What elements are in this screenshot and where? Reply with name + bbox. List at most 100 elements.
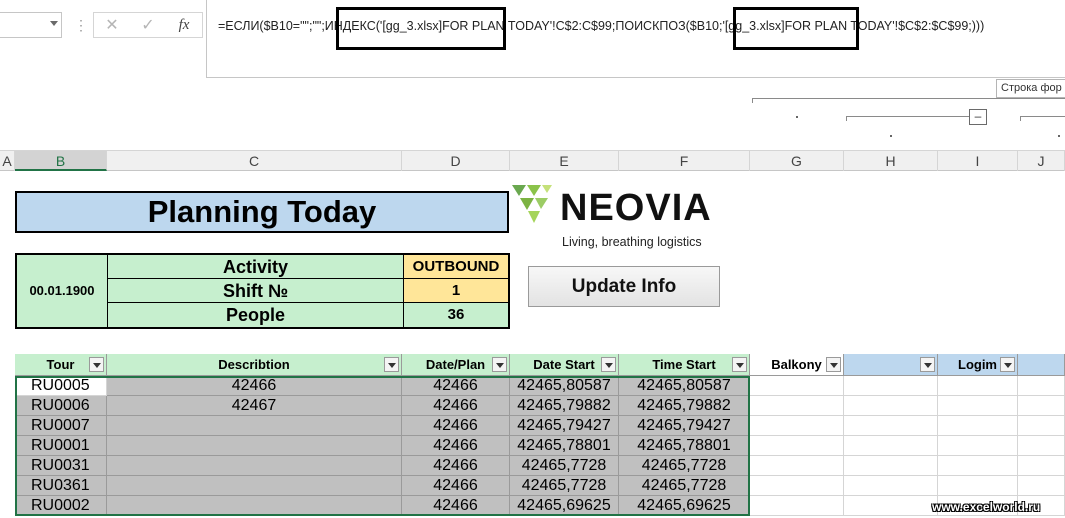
header-logim[interactable]: Logim [938, 354, 1018, 376]
column-header-c[interactable]: C [107, 151, 402, 171]
people-value[interactable]: 36 [404, 303, 508, 327]
cell-date-start[interactable]: 42465,7728 [510, 476, 619, 496]
cell-tour[interactable]: RU0005 [15, 376, 107, 396]
cell-blank[interactable] [844, 496, 938, 516]
column-header-j[interactable]: J [1018, 151, 1065, 171]
update-info-button[interactable]: Update Info [528, 266, 720, 307]
name-box-dropdown-icon[interactable] [50, 21, 58, 26]
cell-blank[interactable] [844, 436, 938, 456]
column-header-f[interactable]: F [619, 151, 750, 171]
filter-dropdown-icon[interactable] [920, 357, 935, 372]
column-header-g[interactable]: G [750, 151, 844, 171]
header-date-start[interactable]: Date Start [510, 354, 619, 376]
cell-blank[interactable] [844, 416, 938, 436]
enter-icon[interactable]: ✓ [130, 15, 166, 35]
cell-next[interactable] [1018, 416, 1065, 436]
cell-blank[interactable] [844, 476, 938, 496]
cell-balkony[interactable] [750, 476, 844, 496]
column-header-h[interactable]: H [844, 151, 938, 171]
cell-blank[interactable] [844, 456, 938, 476]
cell-description[interactable]: 42467 [107, 396, 402, 416]
cell-tour[interactable]: RU0007 [15, 416, 107, 436]
cell-date-plan[interactable]: 42466 [402, 416, 510, 436]
people-label[interactable]: People [108, 303, 404, 327]
cell-date-start[interactable]: 42465,78801 [510, 436, 619, 456]
cell-date-plan[interactable]: 42466 [402, 376, 510, 396]
cell-tour[interactable]: RU0006 [15, 396, 107, 416]
cell-date-plan[interactable]: 42466 [402, 396, 510, 416]
header-time-start[interactable]: Time Start [619, 354, 750, 376]
header-next[interactable] [1018, 354, 1065, 376]
cell-next[interactable] [1018, 376, 1065, 396]
sheet-title[interactable]: Planning Today [15, 191, 509, 233]
insert-function-icon[interactable]: fx [166, 17, 202, 34]
cell-description[interactable]: 42466 [107, 376, 402, 396]
cell-date-start[interactable]: 42465,80587 [510, 376, 619, 396]
cell-time-start[interactable]: 42465,80587 [619, 376, 750, 396]
filter-dropdown-icon[interactable] [1000, 357, 1015, 372]
cell-next[interactable] [1018, 456, 1065, 476]
cell-logim[interactable] [938, 416, 1018, 436]
cell-logim[interactable] [938, 436, 1018, 456]
cell-date-plan[interactable]: 42466 [402, 456, 510, 476]
cell-date-start[interactable]: 42465,7728 [510, 456, 619, 476]
collapse-group-button[interactable]: – [969, 109, 987, 125]
cell-description[interactable] [107, 476, 402, 496]
header-blank[interactable] [844, 354, 938, 376]
column-header-b[interactable]: B [15, 151, 107, 171]
cell-time-start[interactable]: 42465,69625 [619, 496, 750, 516]
header-tour[interactable]: Tour [15, 354, 107, 376]
cell-logim[interactable] [938, 456, 1018, 476]
cell-blank[interactable] [844, 376, 938, 396]
cell-date-plan[interactable]: 42466 [402, 496, 510, 516]
plan-date[interactable]: 00.01.1900 [17, 255, 108, 327]
cell-description[interactable] [107, 496, 402, 516]
header-description[interactable]: Describtion [107, 354, 402, 376]
filter-dropdown-icon[interactable] [384, 357, 399, 372]
cell-tour[interactable]: RU0002 [15, 496, 107, 516]
formula-input[interactable] [206, 0, 1065, 78]
shift-label[interactable]: Shift № [108, 279, 404, 303]
filter-dropdown-icon[interactable] [492, 357, 507, 372]
column-header-a[interactable]: A [0, 151, 15, 171]
cell-balkony[interactable] [750, 396, 844, 416]
cell-description[interactable] [107, 436, 402, 456]
cell-blank[interactable] [844, 396, 938, 416]
cell-next[interactable] [1018, 396, 1065, 416]
cell-balkony[interactable] [750, 416, 844, 436]
cell-date-start[interactable]: 42465,79427 [510, 416, 619, 436]
cell-time-start[interactable]: 42465,7728 [619, 476, 750, 496]
column-header-i[interactable]: I [938, 151, 1018, 171]
column-header-d[interactable]: D [402, 151, 510, 171]
header-balkony[interactable]: Balkony [750, 354, 844, 376]
cell-balkony[interactable] [750, 496, 844, 516]
filter-dropdown-icon[interactable] [732, 357, 747, 372]
header-date-plan[interactable]: Date/Plan [402, 354, 510, 376]
cancel-icon[interactable]: ✕ [94, 15, 130, 35]
cell-time-start[interactable]: 42465,79882 [619, 396, 750, 416]
filter-dropdown-icon[interactable] [826, 357, 841, 372]
cell-logim[interactable] [938, 376, 1018, 396]
activity-label[interactable]: Activity [108, 255, 404, 279]
cell-next[interactable] [1018, 436, 1065, 456]
cell-tour[interactable]: RU0001 [15, 436, 107, 456]
filter-dropdown-icon[interactable] [89, 357, 104, 372]
cell-date-plan[interactable]: 42466 [402, 476, 510, 496]
cell-balkony[interactable] [750, 436, 844, 456]
cell-time-start[interactable]: 42465,7728 [619, 456, 750, 476]
cell-date-plan[interactable]: 42466 [402, 436, 510, 456]
activity-value[interactable]: OUTBOUND [404, 255, 508, 279]
cell-description[interactable] [107, 456, 402, 476]
cell-balkony[interactable] [750, 376, 844, 396]
cell-tour[interactable]: RU0361 [15, 476, 107, 496]
cell-tour[interactable]: RU0031 [15, 456, 107, 476]
cell-balkony[interactable] [750, 456, 844, 476]
cell-description[interactable] [107, 416, 402, 436]
filter-dropdown-icon[interactable] [601, 357, 616, 372]
cell-logim[interactable] [938, 396, 1018, 416]
shift-value[interactable]: 1 [404, 279, 508, 303]
cell-logim[interactable] [938, 476, 1018, 496]
column-header-e[interactable]: E [510, 151, 619, 171]
cell-time-start[interactable]: 42465,78801 [619, 436, 750, 456]
cell-date-start[interactable]: 42465,79882 [510, 396, 619, 416]
